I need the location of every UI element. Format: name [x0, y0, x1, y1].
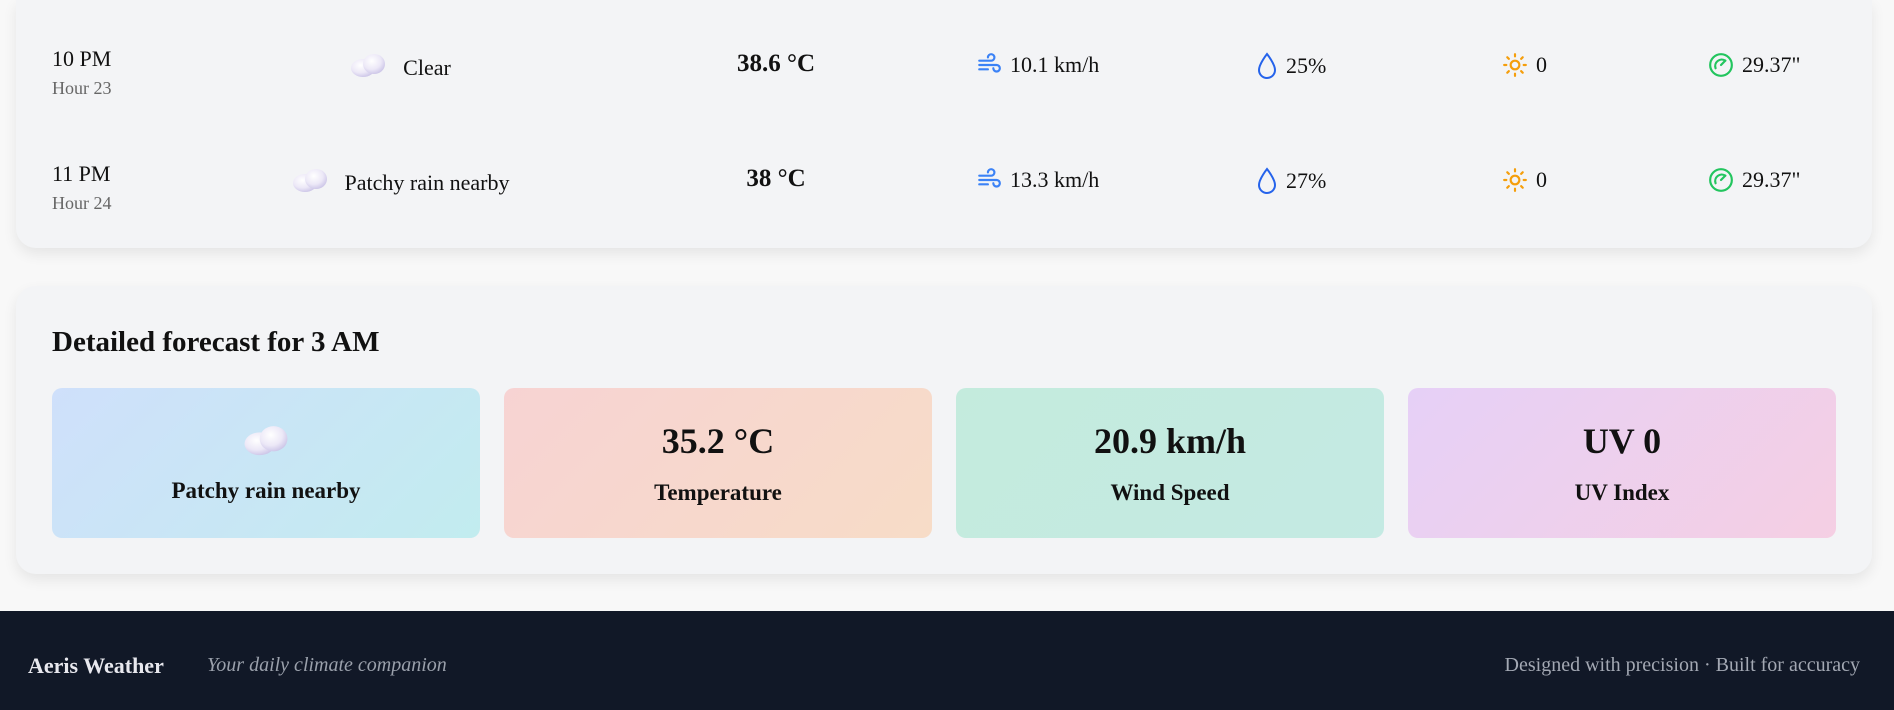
gauge-icon	[1708, 52, 1734, 78]
pressure-value: 29.37"	[1742, 167, 1801, 192]
humidity-value: 27%	[1286, 168, 1327, 193]
uv-index-value: UV 0	[1582, 421, 1662, 461]
hour-time: 11 PM	[52, 161, 111, 186]
pressure-metric: 29.37"	[1708, 167, 1800, 193]
hour-time: 10 PM	[52, 46, 112, 71]
detail-title: Detailed forecast for 3 AM	[52, 326, 380, 358]
hour-condition: Patchy rain nearby	[210, 167, 590, 199]
wind-icon	[976, 52, 1002, 78]
uv-index-tile: UV 0 UV Index	[1408, 388, 1836, 538]
footer-tagline: Your daily climate companion	[207, 654, 447, 676]
pressure-value: 29.37"	[1742, 52, 1801, 77]
uv-value: 0	[1536, 52, 1547, 77]
wind-metric: 13.3 km/h	[976, 167, 1099, 193]
condition-label: Patchy rain nearby	[171, 477, 361, 503]
wind-value: 10.1 km/h	[1010, 52, 1100, 77]
hour-index-label: Hour 24	[52, 193, 112, 213]
humidity-value: 25%	[1286, 53, 1327, 78]
temperature-tile: 35.2 °C Temperature	[504, 388, 932, 538]
footer-credits: Designed with precision · Built for accu…	[1504, 654, 1860, 676]
cloud-icon	[291, 167, 329, 199]
hour-index-label: Hour 23	[52, 78, 112, 98]
pressure-metric: 29.37"	[1708, 52, 1800, 78]
footer: Aeris Weather Your daily climate compani…	[0, 611, 1894, 710]
gauge-icon	[1708, 167, 1734, 193]
hour-row: 11 PM Hour 24 Patchy rain nearby 38 °C 1…	[16, 131, 1872, 246]
hour-temperature: 38 °C	[746, 165, 806, 192]
droplet-icon	[1256, 52, 1278, 80]
uv-metric: 0	[1502, 52, 1547, 78]
temperature-value: 35.2 °C	[661, 421, 775, 461]
hourly-forecast-card: 10 PM Hour 23 Clear 38.6 °C 10.1 km/h 25…	[16, 0, 1872, 248]
hour-row: 10 PM Hour 23 Clear 38.6 °C 10.1 km/h 25…	[16, 16, 1872, 131]
uv-index-label: UV Index	[1574, 480, 1670, 505]
wind-speed-value: 20.9 km/h	[1093, 421, 1247, 461]
wind-value: 13.3 km/h	[1010, 167, 1100, 192]
sun-icon	[1502, 167, 1528, 193]
condition-tile: Patchy rain nearby	[52, 388, 480, 538]
uv-metric: 0	[1502, 167, 1547, 193]
detailed-forecast-card: Detailed forecast for 3 AM Patchy rain n…	[16, 286, 1872, 574]
condition-label: Clear	[403, 55, 451, 80]
humidity-metric: 27%	[1256, 167, 1326, 195]
uv-value: 0	[1536, 167, 1547, 192]
cloud-icon	[242, 423, 290, 462]
sun-icon	[1502, 52, 1528, 78]
hour-temperature: 38.6 °C	[736, 50, 816, 77]
humidity-metric: 25%	[1256, 52, 1326, 80]
wind-icon	[976, 167, 1002, 193]
droplet-icon	[1256, 167, 1278, 195]
wind-speed-tile: 20.9 km/h Wind Speed	[956, 388, 1384, 538]
wind-speed-label: Wind Speed	[1110, 480, 1230, 505]
footer-brand: Aeris Weather	[28, 653, 164, 678]
wind-metric: 10.1 km/h	[976, 52, 1099, 78]
hour-condition: Clear	[210, 52, 590, 84]
temperature-label: Temperature	[654, 480, 782, 505]
condition-label: Patchy rain nearby	[344, 170, 510, 195]
cloud-icon	[349, 52, 387, 84]
